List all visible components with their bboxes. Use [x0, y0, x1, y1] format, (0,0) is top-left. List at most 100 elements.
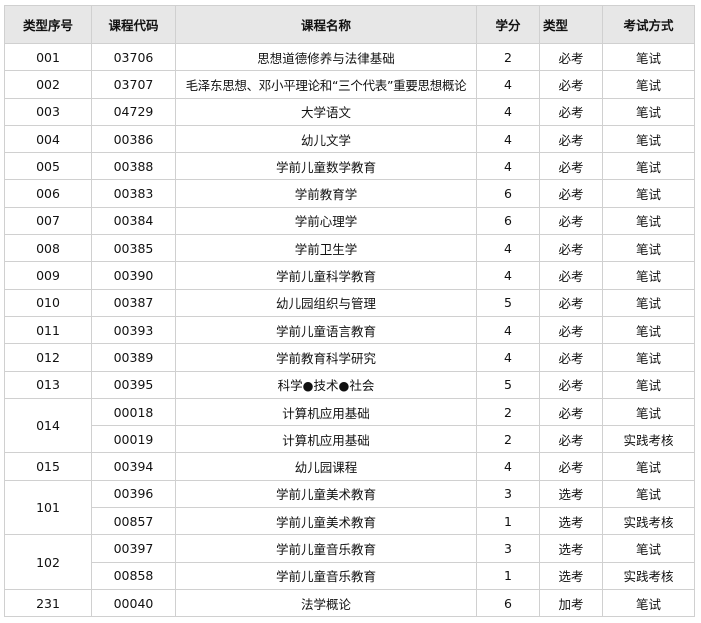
cell-credit: 4 — [476, 452, 540, 481]
cell-credit: 6 — [476, 588, 540, 618]
cell-exam: 笔试 — [602, 288, 695, 317]
cell-credit: 3 — [476, 534, 540, 563]
cell-name: 幼儿文学 — [175, 124, 477, 154]
cell-credit: 2 — [476, 397, 540, 427]
cell-name: 法学概论 — [175, 588, 477, 618]
cell-credit: 6 — [476, 179, 540, 208]
cell-type: 选考 — [539, 479, 603, 509]
table-row: 015 00394 幼儿园课程 4 必考 笔试 — [4, 452, 695, 481]
cell-type: 选考 — [539, 507, 603, 536]
cell-name: 计算机应用基础 — [175, 397, 477, 427]
table-row: 102 00397 学前儿童音乐教育 3 选考 笔试 — [4, 534, 695, 590]
cell-credit: 6 — [476, 206, 540, 236]
cell-type: 必考 — [539, 370, 603, 399]
cell-exam: 笔试 — [602, 97, 695, 126]
table-row: 00857 学前儿童美术教育 1 选考 实践考核 — [5, 507, 695, 536]
table-row: 009 00390 学前儿童科学教育 4 必考 笔试 — [4, 261, 695, 290]
table-row: 006 00383 学前教育学 6 必考 笔试 — [4, 179, 695, 208]
cell-code: 00389 — [91, 343, 176, 372]
cell-type: 必考 — [539, 97, 603, 126]
cell-credit: 4 — [476, 152, 540, 181]
table-row: 004 00386 幼儿文学 4 必考 笔试 — [4, 124, 695, 154]
cell-type: 必考 — [539, 452, 603, 481]
cell-seq: 005 — [4, 152, 92, 181]
cell-name: 学前教育科学研究 — [175, 343, 477, 372]
cell-exam: 笔试 — [602, 452, 695, 481]
cell-credit: 1 — [476, 561, 540, 590]
cell-code: 00393 — [91, 315, 176, 345]
cell-code: 00040 — [91, 588, 176, 618]
table-row: 010 00387 幼儿园组织与管理 5 必考 笔试 — [4, 288, 695, 317]
cell-seq: 011 — [4, 315, 92, 345]
cell-code: 00395 — [91, 370, 176, 399]
cell-credit: 4 — [476, 234, 540, 263]
cell-credit: 4 — [476, 70, 540, 99]
cell-credit: 2 — [476, 42, 540, 72]
cell-name: 幼儿园课程 — [175, 452, 477, 481]
cell-seq: 231 — [4, 588, 92, 618]
cell-exam: 笔试 — [602, 234, 695, 263]
page: 类型序号 课程代码 课程名称 学分 类型 考试方式 001 03706 思想道德… — [0, 0, 701, 623]
cell-exam: 笔试 — [602, 315, 695, 345]
cell-name: 学前儿童音乐教育 — [175, 534, 477, 563]
cell-code: 00396 — [91, 479, 176, 509]
cell-type: 必考 — [539, 124, 603, 154]
cell-type: 选考 — [539, 561, 603, 590]
cell-credit: 3 — [476, 479, 540, 509]
cell-exam: 实践考核 — [602, 561, 695, 590]
cell-type: 必考 — [539, 179, 603, 208]
cell-code: 00385 — [91, 234, 176, 263]
cell-code: 00383 — [91, 179, 176, 208]
cell-name: 学前心理学 — [175, 206, 477, 236]
cell-seq: 013 — [4, 370, 92, 399]
cell-exam: 笔试 — [602, 588, 695, 618]
cell-name: 大学语文 — [175, 97, 477, 126]
cell-exam: 笔试 — [602, 124, 695, 154]
cell-seq: 003 — [4, 97, 92, 126]
cell-credit: 5 — [476, 288, 540, 317]
cell-code: 00386 — [91, 124, 176, 154]
header-credit: 学分 — [476, 5, 540, 44]
cell-type: 必考 — [539, 261, 603, 290]
cell-exam: 笔试 — [602, 343, 695, 372]
cell-type: 必考 — [539, 425, 603, 454]
cell-name: 毛泽东思想、邓小平理论和“三个代表”重要思想概论 — [175, 70, 477, 99]
cell-seq: 006 — [4, 179, 92, 208]
table-row: 014 00018 计算机应用基础 2 必考 笔试 — [4, 397, 695, 454]
cell-type: 必考 — [539, 42, 603, 72]
cell-type: 必考 — [539, 397, 603, 427]
cell-seq: 009 — [4, 261, 92, 290]
cell-credit: 4 — [476, 315, 540, 345]
cell-code: 00019 — [91, 425, 176, 454]
cell-name: 幼儿园组织与管理 — [175, 288, 477, 317]
cell-name: 学前儿童科学教育 — [175, 261, 477, 290]
cell-name: 学前儿童数学教育 — [175, 152, 477, 181]
cell-credit: 5 — [476, 370, 540, 399]
cell-code: 00857 — [91, 507, 176, 536]
cell-code: 04729 — [91, 97, 176, 126]
cell-code: 00394 — [91, 452, 176, 481]
cell-exam: 笔试 — [602, 152, 695, 181]
cell-type: 选考 — [539, 534, 603, 563]
cell-code: 00390 — [91, 261, 176, 290]
cell-exam: 笔试 — [602, 206, 695, 236]
cell-seq: 002 — [4, 70, 92, 99]
table-row: 003 04729 大学语文 4 必考 笔试 — [4, 97, 695, 126]
table-header-row: 类型序号 课程代码 课程名称 学分 类型 考试方式 — [4, 5, 695, 44]
table-row: 002 03707 毛泽东思想、邓小平理论和“三个代表”重要思想概论 4 必考 … — [4, 70, 695, 99]
header-seq: 类型序号 — [4, 5, 92, 44]
cell-credit: 4 — [476, 261, 540, 290]
table-row: 101 00396 学前儿童美术教育 3 选考 笔试 — [4, 479, 695, 536]
table-row: 00858 学前儿童音乐教育 1 选考 实践考核 — [5, 561, 695, 590]
cell-seq: 007 — [4, 206, 92, 236]
cell-type: 加考 — [539, 588, 603, 618]
cell-type: 必考 — [539, 343, 603, 372]
cell-type: 必考 — [539, 206, 603, 236]
cell-code: 00388 — [91, 152, 176, 181]
cell-seq: 014 — [4, 397, 92, 454]
table-row: 005 00388 学前儿童数学教育 4 必考 笔试 — [4, 152, 695, 181]
cell-code: 00018 — [91, 397, 176, 427]
cell-exam: 笔试 — [602, 479, 695, 509]
header-exam: 考试方式 — [602, 5, 695, 44]
cell-name: 科学●技术●社会 — [175, 370, 477, 399]
